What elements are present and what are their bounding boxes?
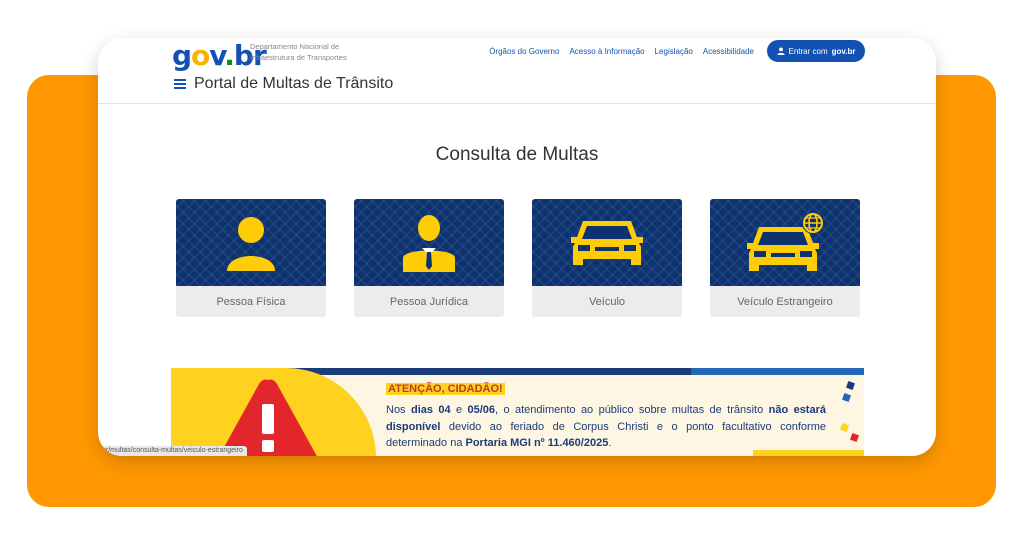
login-brand: gov.br xyxy=(831,46,856,56)
portal-title: Portal de Multas de Trânsito xyxy=(194,75,394,92)
notice-text: . xyxy=(608,437,612,449)
nav-acessibilidade[interactable]: Acessibilidade xyxy=(703,47,754,56)
logo-v: v xyxy=(209,39,225,72)
notice-text: Nos xyxy=(386,404,411,416)
department-name: Departamento Nacional de Infraestrutura … xyxy=(250,41,380,63)
department-line-1: Departamento Nacional de xyxy=(250,42,340,51)
logo-o: o xyxy=(191,39,210,72)
card-veiculo-estrangeiro[interactable]: Veículo Estrangeiro xyxy=(710,199,860,317)
user-icon xyxy=(776,47,785,55)
card-label: Veículo Estrangeiro xyxy=(737,295,833,308)
card-art xyxy=(532,199,682,286)
nav-legislacao[interactable]: Legislação xyxy=(655,47,693,56)
business-person-icon xyxy=(403,214,455,272)
notice-date-1: dias 04 xyxy=(410,404,451,416)
notice-message: Nos dias 04 e 05/06, o atendimento ao pú… xyxy=(386,402,826,452)
notice-heading: ATENÇÃO, CIDADÃO! xyxy=(386,383,505,395)
card-label: Pessoa Jurídica xyxy=(389,295,469,308)
card-art xyxy=(176,199,326,286)
menu-icon[interactable] xyxy=(174,79,186,89)
decor-shape xyxy=(842,393,851,402)
car-icon xyxy=(571,220,643,265)
logo-g: g xyxy=(172,39,192,72)
card-art xyxy=(710,199,860,286)
card-pessoa-juridica[interactable]: Pessoa Jurídica xyxy=(354,199,504,317)
card-pessoa-fisica[interactable]: Pessoa Física xyxy=(176,199,326,317)
notice-banner: ATENÇÃO, CIDADÃO! Nos dias 04 e 05/06, o… xyxy=(171,368,864,456)
top-nav: Órgãos do Governo Acesso à Informação Le… xyxy=(489,47,754,56)
nav-orgaos-do-governo[interactable]: Órgãos do Governo xyxy=(489,47,559,56)
department-line-2: Infraestrutura de Transportes xyxy=(250,53,347,62)
browser-window: gov.br Departamento Nacional de Infraest… xyxy=(98,38,936,456)
card-label: Veículo xyxy=(588,295,626,308)
notice-date-2: 05/06 xyxy=(467,404,496,416)
decor-shape xyxy=(850,433,859,442)
warning-icon xyxy=(219,379,317,456)
decor-bar xyxy=(753,450,864,456)
card-veiculo[interactable]: Veículo xyxy=(532,199,682,317)
decor-shape xyxy=(846,381,855,390)
notice-text: , o atendimento ao público sobre multas … xyxy=(495,404,769,416)
logo-dot: . xyxy=(224,39,235,72)
nav-acesso-a-informacao[interactable]: Acesso à Informação xyxy=(569,47,644,56)
banner-top-stripe-accent xyxy=(691,368,864,375)
car-globe-icon xyxy=(747,211,824,271)
login-prefix: Entrar com xyxy=(788,46,828,56)
status-bar-url: br/multas/consulta-multas/veiculo-estran… xyxy=(98,446,247,456)
person-icon xyxy=(227,216,275,271)
notice-text: e xyxy=(450,404,468,416)
card-art xyxy=(354,199,504,286)
card-label: Pessoa Física xyxy=(216,295,286,308)
page-title: Consulta de Multas xyxy=(435,144,599,165)
portal-title-row: Portal de Multas de Trânsito xyxy=(174,75,393,93)
site-header: gov.br Departamento Nacional de Infraest… xyxy=(98,38,936,104)
decor-shape xyxy=(840,423,849,432)
login-govbr-button[interactable]: Entrar com gov.br xyxy=(767,40,865,62)
notice-portaria: Portaria MGI nº 11.460/2025 xyxy=(465,437,609,449)
